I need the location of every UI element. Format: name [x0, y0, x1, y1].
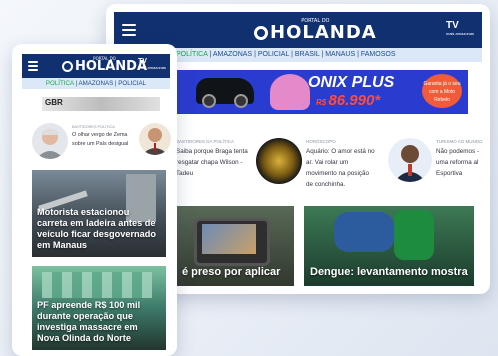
nav-bar: POLÍTICA | AMAZONAS | POLICIAL: [22, 78, 170, 89]
column-text: Saiba porque Braga tenta resgatar chapa …: [176, 148, 248, 177]
column-category: HORÓSCOPO: [306, 139, 336, 144]
tv-logo[interactable]: TV mais amazonas: [446, 20, 474, 36]
menu-icon[interactable]: [122, 24, 136, 39]
site-header: PORTAL DO HOLANDA TV mais amazonas: [22, 54, 170, 78]
column-category: BASTIDORES DA POLÍTICA: [176, 139, 235, 144]
news-card[interactable]: PF apreende R$ 100 mil durante operação …: [32, 266, 166, 350]
column-category: BASTIDORES POLÍTICA: [72, 125, 115, 129]
site-logo[interactable]: PORTAL DO HOLANDA: [62, 56, 147, 74]
ad-title: ONIX PLUS: [308, 74, 395, 91]
author-thumbnail[interactable]: [388, 138, 432, 182]
author-thumbnail[interactable]: [32, 123, 68, 159]
site-header: PORTAL DO HOLANDA TV mais amazonas: [114, 12, 482, 48]
banner-text: GBR: [45, 98, 63, 107]
nav-item-policial[interactable]: POLICIAL: [118, 80, 146, 87]
ad-badge: Garanta já o seu com a Moto Rebelo: [422, 74, 462, 108]
nav-item-amazonas[interactable]: AMAZONAS: [213, 51, 252, 58]
author-thumbnail[interactable]: [139, 123, 171, 155]
nav-item-famosos[interactable]: FAMOSOS: [361, 51, 396, 58]
nav-item-brasil[interactable]: BRASIL: [295, 51, 320, 58]
news-card[interactable]: Dengue: levantamento mostra: [304, 206, 474, 286]
column-text: O olhar vergo de Zema sobre um País desi…: [72, 132, 129, 147]
news-card-title: é preso por aplicar: [182, 266, 281, 278]
news-card[interactable]: Motorista estacionou carreta em ladeira …: [32, 170, 166, 257]
logo-name: HOLANDA: [75, 59, 148, 74]
site-logo[interactable]: PORTAL DO HOLANDA: [254, 18, 377, 43]
nav-item-politica[interactable]: POLÍTICA: [176, 51, 208, 58]
logo-ring-icon: [254, 26, 268, 40]
column-category: TURISMO AO MUNDO: [436, 139, 483, 144]
nav-item-politica[interactable]: POLÍTICA: [46, 80, 74, 87]
nav-item-amazonas[interactable]: AMAZONAS: [78, 80, 113, 87]
column-text: Aquário: O amor está no ar. Vai rolar um…: [306, 148, 375, 188]
news-card-title: PF apreende R$ 100 mil durante operação …: [37, 300, 141, 343]
ad-banner[interactable]: ONIX PLUS R$ 86.990* Garanta já o seu co…: [176, 70, 468, 114]
news-column[interactable]: BASTIDORES POLÍTICA O olhar vergo de Zem…: [72, 124, 134, 149]
menu-icon[interactable]: [28, 61, 38, 73]
ad-banner[interactable]: GBR: [42, 97, 160, 111]
car-image: [196, 78, 254, 108]
mobile-preview: PORTAL DO HOLANDA TV mais amazonas POLÍTI…: [12, 44, 177, 356]
column-text: Não podemos - uma reforma al Esportiva: [436, 148, 480, 177]
nav-bar: POLÍTICA | AMAZONAS | POLICIAL | BRASIL …: [176, 48, 482, 62]
ad-price: R$ 86.990*: [316, 92, 381, 109]
news-card[interactable]: é preso por aplicar: [176, 206, 294, 286]
news-column[interactable]: TURISMO AO MUNDO Não podemos - uma refor…: [436, 138, 488, 179]
nav-item-policial[interactable]: POLICIAL: [258, 51, 289, 58]
news-card-title: Motorista estacionou carreta em ladeira …: [37, 207, 156, 250]
tv-logo[interactable]: TV mais amazonas: [138, 58, 166, 70]
news-column[interactable]: BASTIDORES DA POLÍTICA Saiba porque Brag…: [176, 138, 250, 179]
logo-ring-icon: [62, 61, 73, 72]
logo-name: HOLANDA: [270, 22, 377, 43]
horoscope-thumbnail[interactable]: [256, 138, 302, 184]
news-column[interactable]: HORÓSCOPO Aquário: O amor está no ar. Va…: [306, 138, 376, 190]
ad-figure-image: [270, 74, 310, 110]
nav-item-manaus[interactable]: MANAUS: [325, 51, 355, 58]
news-card-title: Dengue: levantamento mostra: [310, 266, 468, 278]
